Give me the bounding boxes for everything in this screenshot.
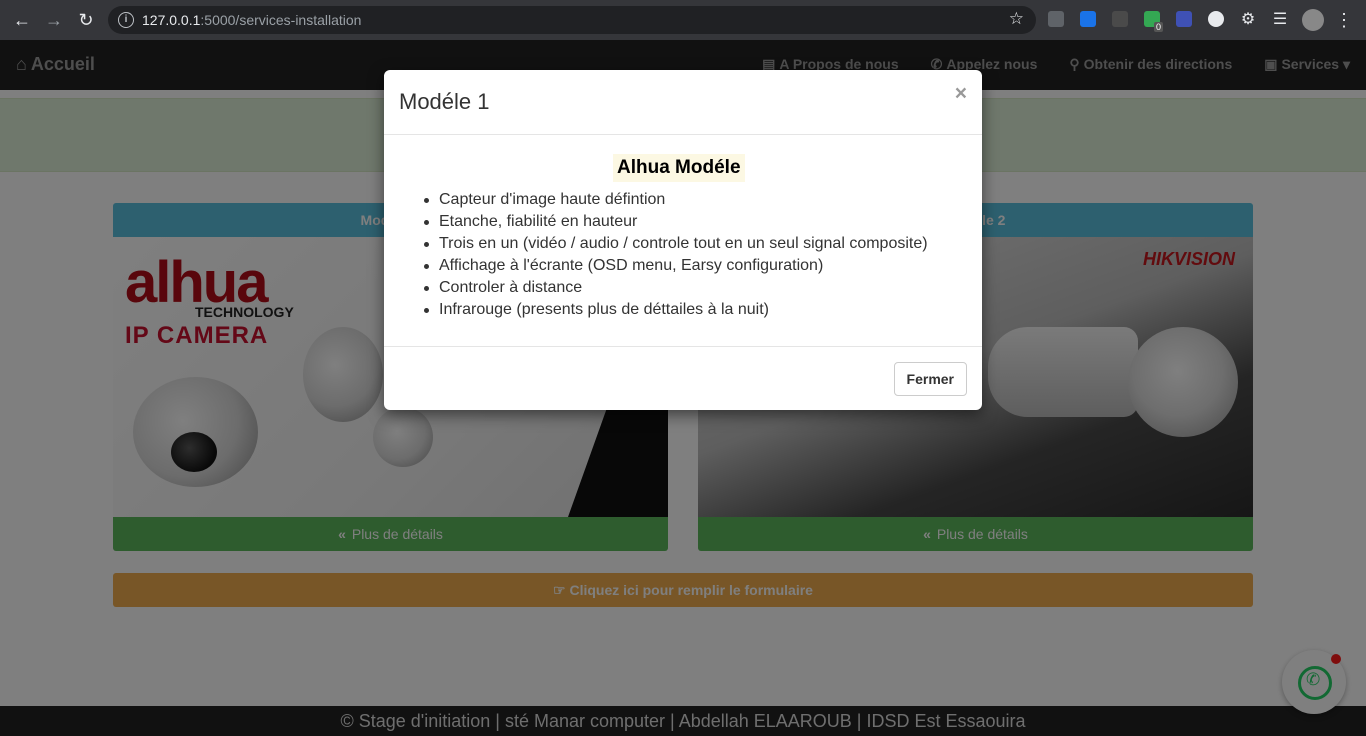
extension-grid-icon[interactable] <box>1112 11 1128 27</box>
feature-list: Capteur d'image haute défintion Etanche,… <box>424 189 928 321</box>
list-item: Affichage à l'écrante (OSD menu, Earsy c… <box>424 255 928 277</box>
back-arrow-icon[interactable]: ← <box>10 8 34 32</box>
list-item: Capteur d'image haute défintion <box>424 189 928 211</box>
extension-chat-icon[interactable] <box>1176 11 1192 27</box>
list-item: Infrarouge (presents plus de déttailes à… <box>424 299 928 321</box>
extension-cube-icon[interactable] <box>1048 11 1064 27</box>
reload-icon[interactable]: ↻ <box>74 8 98 32</box>
list-item: Trois en un (vidéo / audio / controle to… <box>424 233 928 255</box>
modal-title: Modéle 1 <box>399 89 490 114</box>
extensions-puzzle-icon[interactable]: ⚙ <box>1236 8 1260 32</box>
profile-avatar[interactable] <box>1302 9 1324 31</box>
list-item: Controler à distance <box>424 277 928 299</box>
bookmark-star-icon[interactable]: ☆ <box>1009 9 1024 29</box>
forward-arrow-icon[interactable]: → <box>42 8 66 32</box>
url-text: 127.0.0.1:5000/services-installation <box>142 12 362 28</box>
browser-menu-icon[interactable]: ⋮ <box>1332 8 1356 32</box>
model-details-modal: Modéle 1 × Alhua Modéle Capteur d'image … <box>384 70 982 410</box>
extension-translate-icon[interactable] <box>1080 11 1096 27</box>
modal-header: Modéle 1 × <box>384 70 982 135</box>
media-queue-icon[interactable]: ☰ <box>1268 8 1292 32</box>
extension-badge: 0 <box>1154 22 1164 32</box>
close-icon[interactable]: × <box>955 82 967 106</box>
modal-footer: Fermer <box>384 346 982 411</box>
extension-circle-icon[interactable] <box>1208 11 1224 27</box>
list-item: Etanche, fiabilité en hauteur <box>424 211 928 233</box>
browser-toolbar: ← → ↻ i 127.0.0.1:5000/services-installa… <box>0 0 1366 40</box>
model-heading: Alhua Modéle <box>613 154 745 182</box>
close-modal-button[interactable]: Fermer <box>893 362 967 396</box>
address-bar[interactable]: i 127.0.0.1:5000/services-installation ☆ <box>108 6 1036 34</box>
site-info-icon[interactable]: i <box>118 12 134 28</box>
modal-body: Alhua Modéle Capteur d'image haute défin… <box>384 135 982 345</box>
